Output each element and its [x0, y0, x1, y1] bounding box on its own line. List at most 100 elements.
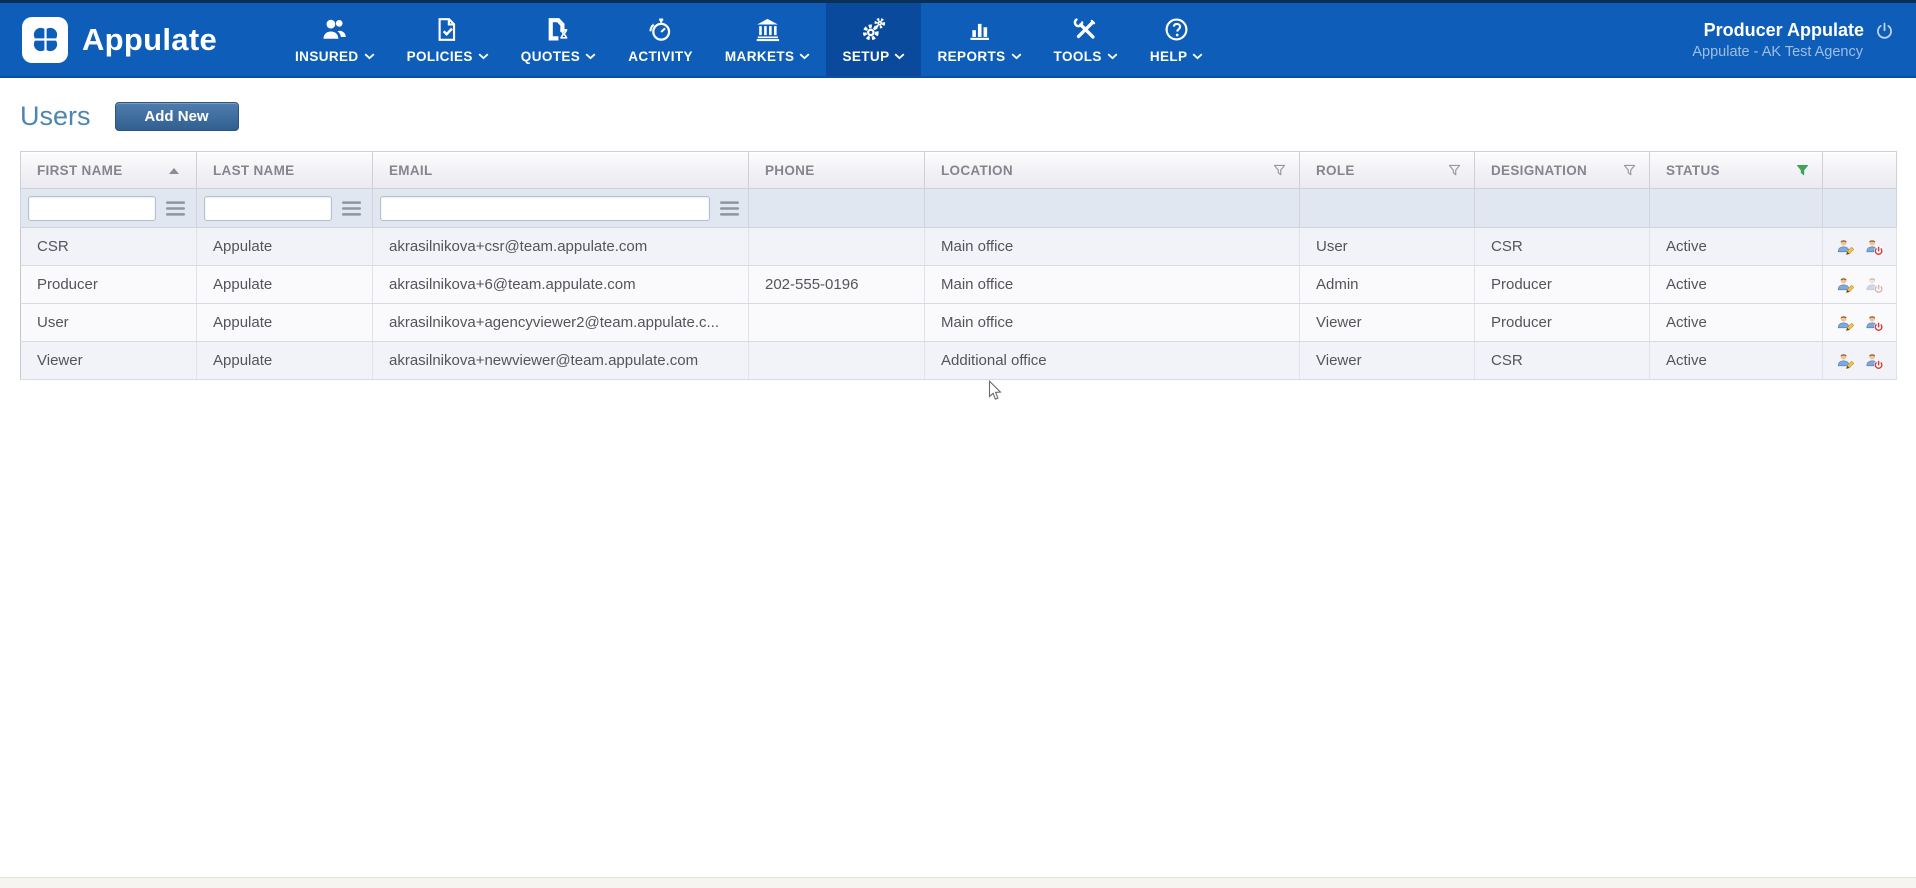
add-new-button[interactable]: Add New — [115, 102, 239, 131]
column-header-status[interactable]: STATUS — [1650, 152, 1823, 189]
table-row[interactable]: User Appulate akrasilnikova+agencyviewer… — [21, 304, 1897, 342]
cell-designation: Producer — [1475, 304, 1650, 342]
column-header-designation[interactable]: DESIGNATION — [1475, 152, 1650, 189]
cell-first-name: Producer — [21, 266, 197, 304]
nav-item-activity[interactable]: ACTIVITY — [612, 3, 709, 76]
email-filter-input[interactable] — [380, 196, 710, 221]
edit-user-icon[interactable] — [1837, 352, 1855, 370]
chevron-down-icon — [364, 53, 375, 60]
nav-item-setup[interactable]: SETUP — [826, 3, 921, 76]
filter-menu-icon[interactable] — [341, 200, 362, 217]
cell-first-name: Viewer — [21, 342, 197, 380]
document-check-icon — [434, 16, 461, 43]
cell-email: akrasilnikova+6@team.appulate.com — [373, 266, 749, 304]
clover-icon — [30, 24, 61, 55]
funnel-filter-icon[interactable] — [1272, 163, 1287, 178]
filter-menu-icon[interactable] — [165, 200, 186, 217]
column-header-last-name[interactable]: LAST NAME — [197, 152, 373, 189]
logout-button[interactable] — [1875, 21, 1894, 40]
cell-location: Main office — [925, 228, 1300, 266]
bar-chart-icon — [966, 16, 993, 43]
top-nav-bar: Appulate INSURED POLICIES QUOTES ACTIVIT… — [0, 0, 1916, 78]
nav-item-help[interactable]: HELP — [1134, 3, 1220, 76]
table-row[interactable]: Viewer Appulate akrasilnikova+newviewer@… — [21, 342, 1897, 380]
funnel-filter-icon[interactable] — [1622, 163, 1637, 178]
column-header-phone[interactable]: PHONE — [749, 152, 925, 189]
cell-phone: 202-555-0196 — [749, 266, 925, 304]
cell-role: Viewer — [1300, 342, 1475, 380]
chevron-down-icon — [894, 53, 905, 60]
nav-label: QUOTES — [521, 49, 580, 64]
table-row[interactable]: Producer Appulate akrasilnikova+6@team.a… — [21, 266, 1897, 304]
table-header-row: FIRST NAME LAST NAME EMAIL PHONE LOCATIO… — [21, 152, 1897, 189]
cell-location: Main office — [925, 304, 1300, 342]
help-icon — [1163, 16, 1190, 43]
cell-email: akrasilnikova+agencyviewer2@team.appulat… — [373, 304, 749, 342]
chevron-down-icon — [478, 53, 489, 60]
deactivate-user-icon[interactable] — [1866, 238, 1884, 256]
table-filter-row — [21, 189, 1897, 228]
cell-role: Admin — [1300, 266, 1475, 304]
row-actions — [1823, 228, 1897, 266]
cell-role: User — [1300, 228, 1475, 266]
user-area: Producer Appulate Appulate - AK Test Age… — [1692, 3, 1894, 76]
cell-phone — [749, 304, 925, 342]
last-name-filter-input[interactable] — [204, 196, 332, 221]
brand-name: Appulate — [82, 22, 217, 58]
mouse-cursor — [988, 380, 1004, 402]
filter-menu-icon[interactable] — [719, 200, 740, 217]
cell-status: Active — [1650, 342, 1823, 380]
cell-phone — [749, 228, 925, 266]
chevron-down-icon — [799, 53, 810, 60]
nav-item-insured[interactable]: INSURED — [279, 3, 391, 76]
deactivate-user-icon[interactable] — [1866, 314, 1884, 332]
column-header-first-name[interactable]: FIRST NAME — [21, 152, 197, 189]
cell-first-name: User — [21, 304, 197, 342]
tools-icon — [1072, 16, 1099, 43]
power-icon — [1875, 21, 1894, 40]
nav-item-policies[interactable]: POLICIES — [391, 3, 505, 76]
funnel-filter-icon[interactable] — [1447, 163, 1462, 178]
cell-location: Additional office — [925, 342, 1300, 380]
column-header-role[interactable]: ROLE — [1300, 152, 1475, 189]
cell-status: Active — [1650, 228, 1823, 266]
nav-item-markets[interactable]: MARKETS — [709, 3, 827, 76]
cell-last-name: Appulate — [197, 228, 373, 266]
column-header-email[interactable]: EMAIL — [373, 152, 749, 189]
cell-status: Active — [1650, 266, 1823, 304]
column-header-location[interactable]: LOCATION — [925, 152, 1300, 189]
nav-item-reports[interactable]: REPORTS — [921, 3, 1037, 76]
current-user-name: Producer Appulate — [1704, 20, 1864, 41]
edit-user-icon[interactable] — [1837, 276, 1855, 294]
row-actions — [1823, 304, 1897, 342]
main-nav: INSURED POLICIES QUOTES ACTIVITY MARKETS… — [279, 3, 1219, 76]
chevron-down-icon — [1011, 53, 1022, 60]
main-content: Users Add New FIRST NAME LAST NAME EMAIL… — [0, 78, 1916, 380]
bank-icon — [754, 16, 781, 43]
stopwatch-icon — [647, 16, 674, 43]
gears-icon — [860, 16, 887, 43]
edit-user-icon[interactable] — [1837, 238, 1855, 256]
appulate-logo[interactable]: Appulate — [22, 3, 217, 76]
horizontal-scrollbar[interactable] — [0, 877, 1916, 888]
agency-name: Appulate - AK Test Agency — [1692, 44, 1863, 60]
first-name-filter-input[interactable] — [28, 196, 156, 221]
nav-item-quotes[interactable]: QUOTES — [505, 3, 612, 76]
cell-last-name: Appulate — [197, 342, 373, 380]
nav-item-tools[interactable]: TOOLS — [1038, 3, 1134, 76]
deactivate-user-icon[interactable] — [1866, 352, 1884, 370]
cell-phone — [749, 342, 925, 380]
cell-first-name: CSR — [21, 228, 197, 266]
page-title: Users — [20, 101, 91, 132]
deactivate-user-icon-disabled — [1866, 276, 1884, 294]
nav-label: INSURED — [295, 49, 359, 64]
nav-label: HELP — [1150, 49, 1188, 64]
chevron-down-icon — [585, 53, 596, 60]
cell-email: akrasilnikova+csr@team.appulate.com — [373, 228, 749, 266]
table-row[interactable]: CSR Appulate akrasilnikova+csr@team.appu… — [21, 228, 1897, 266]
edit-user-icon[interactable] — [1837, 314, 1855, 332]
nav-label: TOOLS — [1054, 49, 1102, 64]
people-icon — [321, 16, 348, 43]
funnel-filter-active-icon[interactable] — [1795, 163, 1810, 178]
nav-label: POLICIES — [407, 49, 473, 64]
